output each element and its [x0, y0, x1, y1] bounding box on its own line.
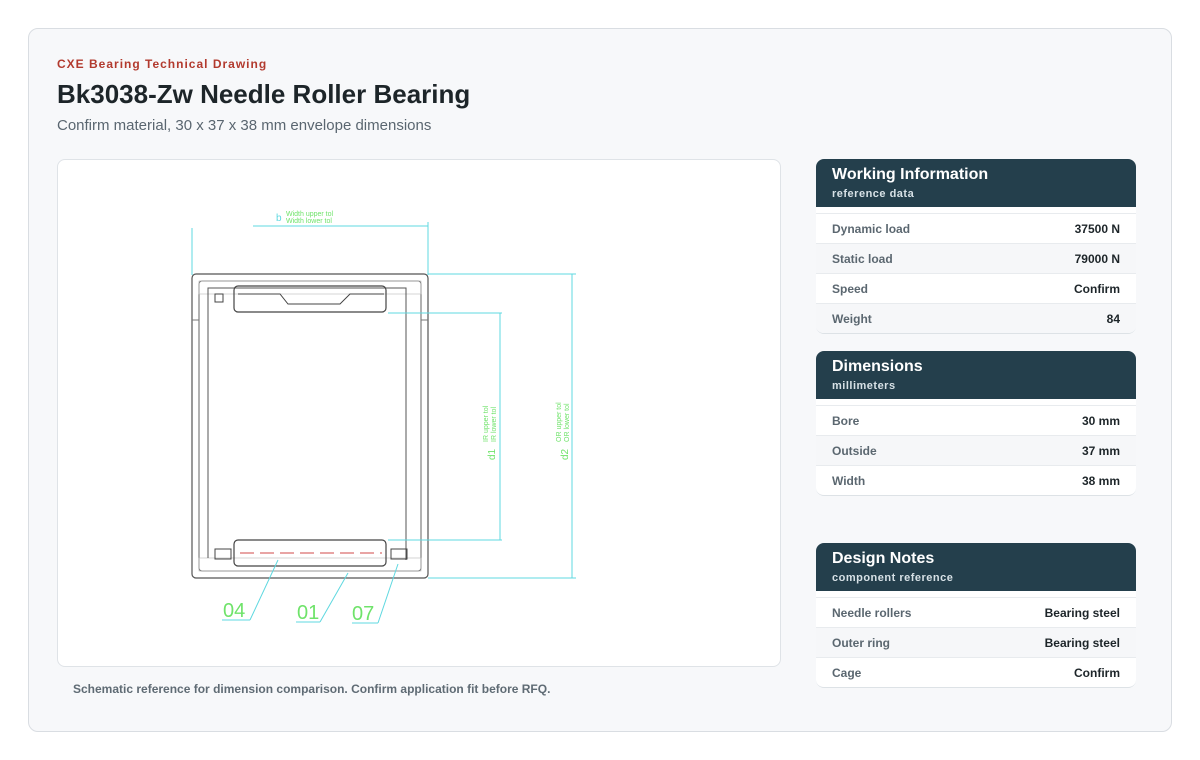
d1-tol-lower: IR lower tol: [491, 407, 498, 442]
design-notes-title: Design Notes: [832, 550, 935, 567]
drawing-caption: Schematic reference for dimension compar…: [73, 682, 551, 696]
row-outside: Outside 37 mm: [816, 435, 1136, 465]
row-value: 38 mm: [1081, 473, 1120, 488]
d2-dimension: d2 OR upper tol OR lower tol: [428, 273, 576, 579]
working-info-title: Working Information: [832, 166, 989, 183]
row-weight: Weight 84: [816, 303, 1136, 333]
d2-tol-lower: OR lower tol: [564, 403, 571, 442]
page-subtitle: Confirm material, 30 x 37 x 38 mm envelo…: [57, 117, 432, 134]
row-value: Confirm: [1074, 281, 1120, 296]
eyebrow-label: CXE Bearing Technical Drawing: [57, 57, 268, 71]
dimensions-title: Dimensions: [832, 358, 923, 375]
row-label: Cage: [832, 665, 862, 680]
d2-tol-upper: OR upper tol: [556, 402, 563, 442]
row-outer-ring: Outer ring Bearing steel: [816, 627, 1136, 657]
width-tol-upper: Width upper tol: [286, 211, 334, 218]
bearing-body: [191, 273, 429, 579]
row-value: Bearing steel: [1044, 635, 1120, 650]
callout-07: 07: [352, 603, 374, 625]
width-label: b: [276, 213, 282, 224]
callout-04: 04: [223, 600, 245, 622]
callout-01: 01: [297, 602, 319, 624]
width-tol-lower: Width lower tol: [286, 218, 332, 225]
row-value: 84: [1106, 311, 1120, 326]
row-label: Outer ring: [832, 635, 891, 650]
dimensions-header: Dimensions millimeters: [816, 351, 1136, 399]
row-value: Bearing steel: [1044, 605, 1120, 620]
working-info-header: Working Information reference data: [816, 159, 1136, 207]
row-static-load: Static load 79000 N: [816, 243, 1136, 273]
row-label: Bore: [832, 413, 860, 428]
width-dimension: b Width upper tol Width lower tol: [191, 211, 429, 275]
row-value: 37500 N: [1074, 221, 1120, 236]
d1-label: d1: [487, 448, 498, 460]
d2-label: d2: [560, 448, 571, 460]
row-width: Width 38 mm: [816, 465, 1136, 495]
row-label: Dynamic load: [832, 221, 911, 236]
row-cage: Cage Confirm: [816, 657, 1136, 687]
working-info-subtitle: reference data: [832, 188, 915, 200]
row-value: Confirm: [1074, 665, 1120, 680]
row-needle-rollers: Needle rollers Bearing steel: [816, 597, 1136, 627]
row-dynamic-load: Dynamic load 37500 N: [816, 213, 1136, 243]
working-info-card: Working Information reference data Dynam…: [816, 159, 1136, 334]
d1-tol-upper: IR upper tol: [483, 405, 490, 442]
page-title: Bk3038-Zw Needle Roller Bearing: [57, 79, 471, 109]
row-label: Outside: [832, 443, 877, 458]
dimensions-card: Dimensions millimeters Bore 30 mm Outsid…: [816, 351, 1136, 496]
row-label: Width: [832, 473, 866, 488]
design-notes-subtitle: component reference: [832, 572, 954, 584]
row-value: 37 mm: [1081, 443, 1120, 458]
part-callouts: 04 01 07: [222, 559, 399, 625]
row-label: Needle rollers: [832, 605, 912, 620]
row-value: 79000 N: [1074, 251, 1120, 266]
design-notes-header: Design Notes component reference: [816, 543, 1136, 591]
row-label: Speed: [832, 281, 869, 296]
row-bore: Bore 30 mm: [816, 405, 1136, 435]
technical-drawing-panel: b Width upper tol Width lower tol d1 IR …: [57, 159, 781, 667]
row-label: Weight: [832, 311, 872, 326]
main-card: CXE Bearing Technical Drawing Bk3038-Zw …: [28, 28, 1172, 732]
dimensions-subtitle: millimeters: [832, 380, 896, 392]
d1-dimension: d1 IR upper tol IR lower tol: [388, 312, 502, 541]
row-value: 30 mm: [1081, 413, 1120, 428]
bearing-drawing: b Width upper tol Width lower tol d1 IR …: [191, 211, 576, 625]
row-speed: Speed Confirm: [816, 273, 1136, 303]
design-notes-card: Design Notes component reference Needle …: [816, 543, 1136, 688]
row-label: Static load: [832, 251, 893, 266]
